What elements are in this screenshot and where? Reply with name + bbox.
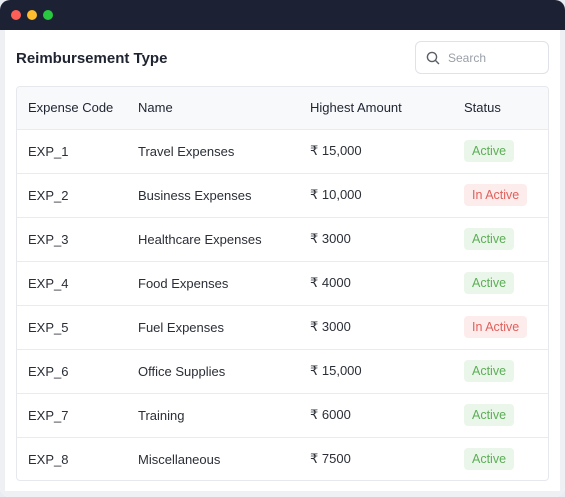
name-cell: Travel Expenses [138, 143, 235, 159]
status-badge: Active [464, 448, 515, 471]
page-title: Reimbursement Type [16, 50, 168, 67]
status-cell: Active [453, 437, 548, 480]
table-row[interactable]: EXP_7 Training ₹ 6000 Active [17, 393, 548, 437]
status-badge: In Active [464, 184, 528, 206]
name-cell: Food Expenses [138, 275, 229, 291]
highest-amount-cell: ₹ 3000 [310, 231, 351, 246]
maximize-window-button[interactable] [43, 10, 53, 20]
highest-amount-cell: ₹ 4000 [310, 275, 351, 290]
column-header-expense-code[interactable]: Expense Code [17, 87, 127, 129]
reimbursement-table: Expense Code Name Highest Amount Status … [16, 86, 549, 481]
highest-amount-cell: ₹ 3000 [310, 319, 351, 334]
search-input[interactable] [448, 50, 538, 65]
main-content: Reimbursement Type Expense Code Name Hig… [0, 30, 565, 497]
table-header-row: Expense Code Name Highest Amount Status [17, 87, 548, 129]
table-row[interactable]: EXP_6 Office Supplies ₹ 15,000 Active [17, 349, 548, 393]
highest-amount-cell: ₹ 10,000 [310, 187, 362, 202]
table-row[interactable]: EXP_1 Travel Expenses ₹ 15,000 Active [17, 129, 548, 173]
status-badge: Active [464, 228, 515, 250]
status-cell: In Active [453, 305, 548, 349]
search-icon [426, 51, 440, 64]
expense-code-cell: EXP_8 [28, 451, 69, 467]
status-cell: Active [453, 261, 548, 305]
name-cell: Fuel Expenses [138, 319, 224, 335]
status-cell: Active [453, 129, 548, 173]
minimize-window-button[interactable] [27, 10, 37, 20]
name-cell: Miscellaneous [138, 451, 221, 467]
expense-code-cell: EXP_6 [28, 363, 69, 379]
highest-amount-cell: ₹ 15,000 [310, 363, 362, 378]
expense-code-cell: EXP_7 [28, 407, 69, 423]
expense-code-cell: EXP_2 [28, 187, 69, 203]
table-row[interactable]: EXP_8 Miscellaneous ₹ 7500 Active [17, 437, 548, 480]
expense-code-cell: EXP_4 [28, 275, 69, 291]
expense-code-cell: EXP_1 [28, 143, 69, 159]
window-titlebar [0, 0, 565, 30]
search-box[interactable] [415, 41, 549, 74]
name-cell: Healthcare Expenses [138, 231, 262, 247]
status-badge: In Active [464, 316, 528, 338]
name-cell: Office Supplies [138, 363, 226, 379]
status-badge: Active [464, 404, 515, 426]
highest-amount-cell: ₹ 7500 [310, 451, 351, 467]
column-header-highest-amount[interactable]: Highest Amount [299, 87, 453, 129]
status-cell: Active [453, 217, 548, 261]
status-badge: Active [464, 360, 515, 382]
column-header-name[interactable]: Name [127, 87, 299, 129]
highest-amount-cell: ₹ 6000 [310, 407, 351, 422]
status-badge: Active [464, 272, 515, 294]
table-row[interactable]: EXP_2 Business Expenses ₹ 10,000 In Active [17, 173, 548, 217]
status-cell: In Active [453, 173, 548, 217]
expense-code-cell: EXP_5 [28, 319, 69, 335]
table-row[interactable]: EXP_4 Food Expenses ₹ 4000 Active [17, 261, 548, 305]
app-window: Reimbursement Type Expense Code Name Hig… [0, 0, 565, 497]
status-badge: Active [464, 140, 515, 162]
name-cell: Training [138, 407, 185, 423]
highest-amount-cell: ₹ 15,000 [310, 143, 362, 158]
status-cell: Active [453, 349, 548, 393]
close-window-button[interactable] [11, 10, 21, 20]
table-row[interactable]: EXP_5 Fuel Expenses ₹ 3000 In Active [17, 305, 548, 349]
table-body: EXP_1 Travel Expenses ₹ 15,000 Active EXP_2 B… [17, 129, 548, 480]
status-cell: Active [453, 393, 548, 437]
column-header-status[interactable]: Status [453, 87, 548, 129]
table-row[interactable]: EXP_3 Healthcare Expenses ₹ 3000 Active [17, 217, 548, 261]
expense-code-cell: EXP_3 [28, 231, 69, 247]
name-cell: Business Expenses [138, 187, 252, 203]
